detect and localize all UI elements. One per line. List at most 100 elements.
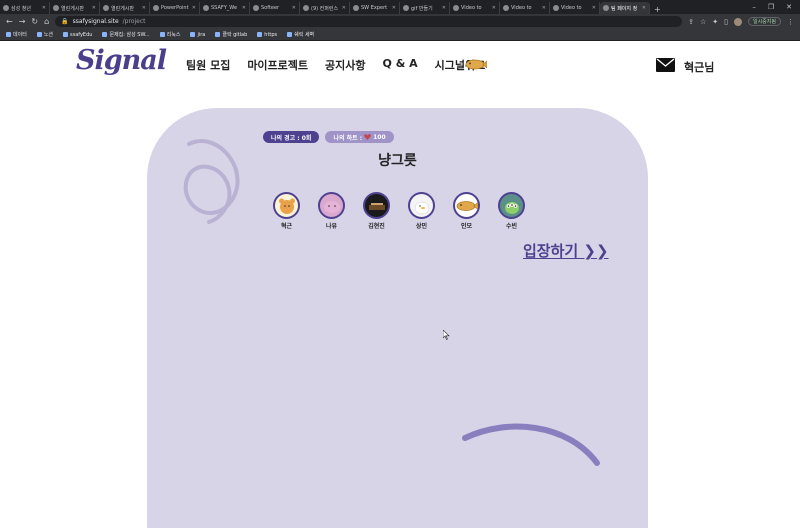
heart-label: 나의 하트 :	[333, 134, 363, 142]
alien-avatar-icon	[504, 201, 519, 214]
project-page: 나의 경고 : 0회 나의 하트 : 100 냥그릇 혁근 나유 김현진 상민 …	[0, 88, 800, 528]
bookmark-label: 문제집: 삼성 SW...	[109, 32, 150, 38]
tab-title: Softeer	[261, 5, 280, 11]
bookmark-item[interactable]: 리눅스	[159, 31, 180, 38]
tab-close-icon[interactable]: ✕	[392, 5, 396, 11]
extensions-icon[interactable]: ✦	[712, 18, 718, 26]
tab-favicon-icon	[353, 5, 359, 11]
tab-close-icon[interactable]: ✕	[642, 5, 646, 11]
avatar	[318, 192, 345, 219]
tab-close-icon[interactable]: ✕	[542, 5, 546, 11]
profile-avatar[interactable]	[733, 17, 742, 26]
forward-icon[interactable]: →	[19, 17, 26, 26]
tab-close-icon[interactable]: ✕	[492, 5, 496, 11]
close-icon[interactable]: ✕	[786, 3, 792, 11]
new-tab-button[interactable]: +	[650, 5, 665, 14]
address-bar: ← → ↻ ⌂ 🔒 ssafysignal.site/project ⇪ ☆ ✦…	[0, 14, 800, 29]
tab-title: 팀 페이지 정	[611, 5, 638, 12]
bookmark-item[interactable]: jira	[190, 32, 205, 38]
tab-close-icon[interactable]: ✕	[42, 5, 46, 11]
reload-icon[interactable]: ↻	[31, 17, 38, 26]
member-item[interactable]: 인모	[453, 192, 480, 230]
home-icon[interactable]: ⌂	[44, 17, 49, 26]
user-name[interactable]: 혁근님	[684, 59, 714, 75]
signal-logo[interactable]: Signal	[76, 45, 167, 76]
member-item[interactable]: 수빈	[498, 192, 525, 230]
heart-icon	[364, 134, 371, 140]
browser-tab[interactable]: 열린게시판 ✕	[100, 2, 150, 14]
bookmark-item[interactable]: 클락 gitlab	[215, 31, 247, 38]
tab-close-icon[interactable]: ✕	[142, 5, 146, 11]
tab-close-icon[interactable]: ✕	[592, 5, 596, 11]
tab-favicon-icon	[603, 5, 609, 11]
paused-badge[interactable]: 일시중지됨	[747, 17, 781, 26]
maximize-icon[interactable]: ❐	[768, 3, 774, 11]
nav-qna[interactable]: Q & A	[383, 57, 418, 73]
site-header: Signal 팀원 모집 마이프로젝트 공지사항 Q & A 시그널위크	[0, 41, 800, 88]
menu-icon[interactable]: ⋮	[787, 18, 794, 26]
browser-tab[interactable]: 열린게시판 ✕	[50, 2, 100, 14]
tab-close-icon[interactable]: ✕	[342, 5, 346, 11]
heart-count: 100	[373, 133, 386, 141]
mouse-cursor-icon	[443, 330, 450, 340]
browser-tab[interactable]: SSAFY_We ✕	[200, 2, 250, 14]
member-name: 인모	[460, 223, 473, 230]
tab-title: Video to	[561, 5, 582, 11]
url-input[interactable]: 🔒 ssafysignal.site/project	[55, 16, 683, 27]
browser-tab[interactable]: Video to ✕	[500, 2, 550, 14]
browser-tab[interactable]: (9) 컨퍼런스 ✕	[300, 2, 350, 14]
browser-tab[interactable]: SW Expert ✕	[350, 2, 400, 14]
tab-title: Video to	[511, 5, 532, 11]
bookmark-item[interactable]: 데이터	[6, 31, 27, 38]
browser-tab[interactable]: Softeer ✕	[250, 2, 300, 14]
bookmark-label: 노션	[43, 32, 54, 38]
bookmark-item[interactable]: https	[257, 32, 277, 38]
tab-close-icon[interactable]: ✕	[242, 5, 246, 11]
tab-favicon-icon	[253, 5, 259, 11]
browser-tab[interactable]: Video to ✕	[550, 2, 600, 14]
bookmark-item[interactable]: 쉐릭 세벽	[287, 31, 314, 38]
bear-avatar-icon	[278, 198, 295, 214]
bookmark-icon	[190, 32, 196, 37]
team-card: 나의 경고 : 0회 나의 하트 : 100 냥그릇 혁근 나유 김현진 상민 …	[147, 108, 648, 528]
tab-close-icon[interactable]: ✕	[442, 5, 446, 11]
browser-tab[interactable]: Video to ✕	[450, 2, 500, 14]
main-nav: 팀원 모집 마이프로젝트 공지사항 Q & A 시그널위크	[186, 57, 485, 73]
member-item[interactable]: 김현진	[363, 192, 390, 230]
minimize-icon[interactable]: –	[752, 3, 756, 11]
nav-my-project[interactable]: 마이프로젝트	[247, 57, 308, 73]
browser-tab[interactable]: gif 만들기 ✕	[400, 2, 450, 14]
enter-button[interactable]: 입장하기 ❯❯	[523, 240, 609, 261]
bookmark-star-icon[interactable]: ☆	[700, 18, 706, 26]
tab-close-icon[interactable]: ✕	[192, 5, 196, 11]
tab-close-icon[interactable]: ✕	[292, 5, 296, 11]
tab-close-icon[interactable]: ✕	[92, 5, 96, 11]
sidebar-icon[interactable]: ▯	[724, 18, 728, 26]
tab-title: SW Expert	[361, 5, 388, 11]
fish-bread-icon[interactable]	[465, 59, 487, 70]
pink-blob-avatar-icon	[323, 200, 340, 213]
mail-icon[interactable]	[656, 58, 675, 72]
bookmark-icon	[257, 32, 263, 37]
browser-tab[interactable]: 팀 페이지 정 ✕	[600, 2, 650, 14]
tab-title: PowerPoint	[161, 5, 189, 11]
nav-recruit[interactable]: 팀원 모집	[186, 57, 230, 73]
share-icon[interactable]: ⇪	[688, 18, 694, 26]
member-item[interactable]: 혁근	[273, 192, 300, 230]
arc-decoration	[462, 423, 600, 466]
browser-tab[interactable]: 삼성 청년 ✕	[0, 2, 50, 14]
bookmark-item[interactable]: 노션	[36, 31, 54, 38]
bookmark-label: jira	[197, 31, 206, 38]
nav-notice[interactable]: 공지사항	[325, 57, 365, 73]
member-item[interactable]: 상민	[408, 192, 435, 230]
member-name: 혁근	[280, 223, 293, 230]
bookmark-item[interactable]: ssafyEdu	[63, 32, 92, 38]
member-item[interactable]: 나유	[318, 192, 345, 230]
browser-tab[interactable]: PowerPoint ✕	[150, 2, 200, 14]
avatar	[498, 192, 525, 219]
tab-favicon-icon	[503, 5, 509, 11]
bookmark-icon	[6, 32, 11, 37]
back-icon[interactable]: ←	[6, 17, 13, 26]
bookmark-item[interactable]: 문제집: 삼성 SW...	[102, 31, 150, 38]
team-name: 냥그릇	[378, 153, 417, 169]
